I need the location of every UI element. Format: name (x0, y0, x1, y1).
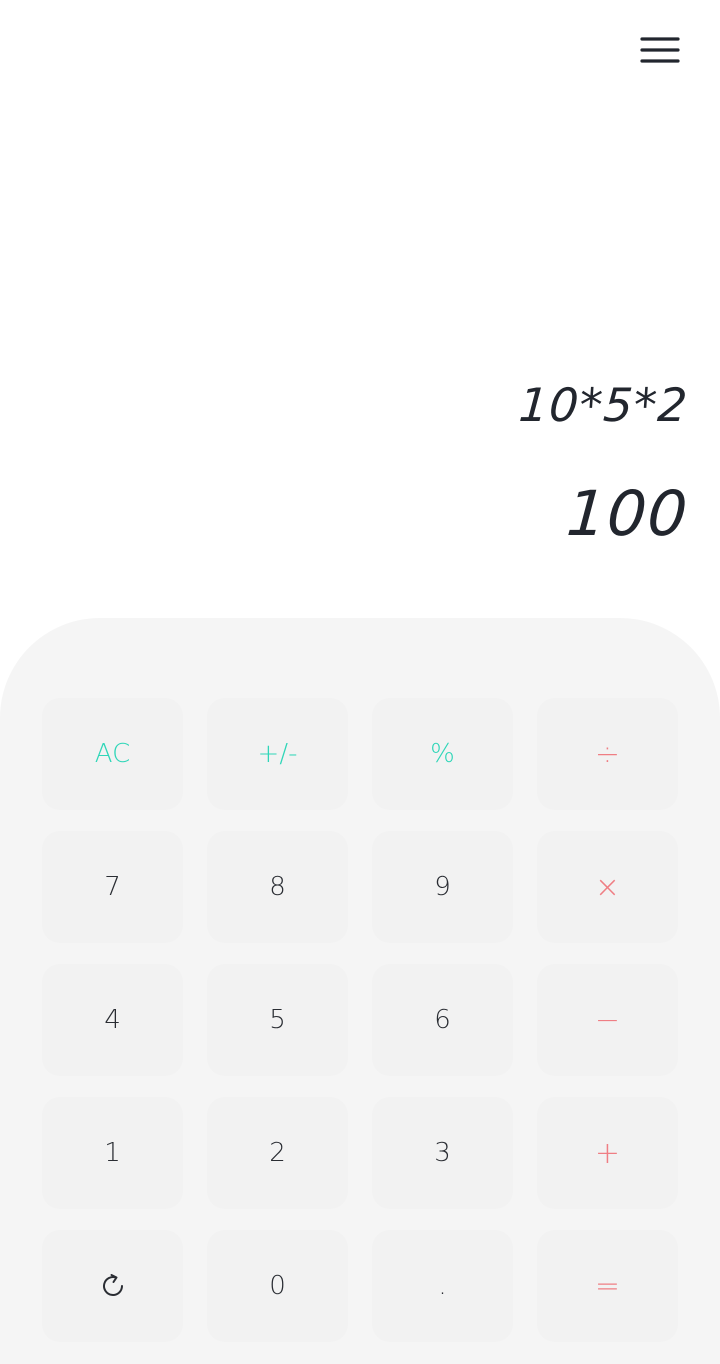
digit-2-button[interactable]: 2 (207, 1097, 348, 1209)
equals-button[interactable]: = (537, 1230, 678, 1342)
add-button[interactable]: + (537, 1097, 678, 1209)
digit-0-button[interactable]: 0 (207, 1230, 348, 1342)
all-clear-button[interactable]: AC (42, 698, 183, 810)
digit-5-button[interactable]: 5 (207, 964, 348, 1076)
digit-9-button[interactable]: 9 (372, 831, 513, 943)
digit-4-button[interactable]: 4 (42, 964, 183, 1076)
decimal-point-button[interactable]: . (372, 1230, 513, 1342)
history-button[interactable] (42, 1230, 183, 1342)
result-text: 100 (564, 477, 691, 550)
toggle-sign-button[interactable]: +/- (207, 698, 348, 810)
keys-grid: AC +/- % ÷ 7 8 9 × 4 5 6 − 1 2 3 + 0 . = (42, 698, 678, 1342)
percent-button[interactable]: % (372, 698, 513, 810)
calculator-screen: 10*5*2 100 AC +/- % ÷ 7 8 9 × 4 5 6 − 1 … (0, 0, 720, 1364)
refresh-icon (102, 1274, 123, 1296)
multiply-button[interactable]: × (537, 831, 678, 943)
expression-text: 10*5*2 (517, 378, 690, 432)
calculator-display: 10*5*2 100 (517, 370, 691, 550)
menu-button[interactable] (640, 26, 696, 74)
digit-1-button[interactable]: 1 (42, 1097, 183, 1209)
digit-3-button[interactable]: 3 (372, 1097, 513, 1209)
keypad: AC +/- % ÷ 7 8 9 × 4 5 6 − 1 2 3 + 0 . = (0, 618, 720, 1364)
hamburger-menu-icon (640, 37, 680, 63)
digit-8-button[interactable]: 8 (207, 831, 348, 943)
digit-7-button[interactable]: 7 (42, 831, 183, 943)
subtract-button[interactable]: − (537, 964, 678, 1076)
divide-button[interactable]: ÷ (537, 698, 678, 810)
digit-6-button[interactable]: 6 (372, 964, 513, 1076)
